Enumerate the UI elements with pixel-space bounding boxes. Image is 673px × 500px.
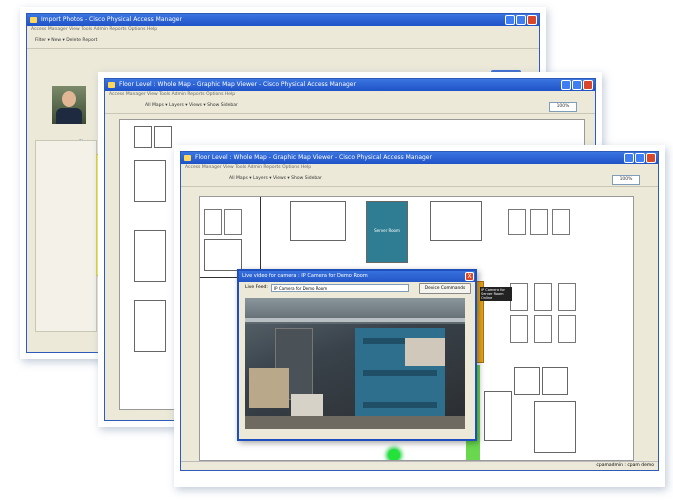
video-boxes — [249, 368, 289, 408]
front-window-titlebar[interactable]: Floor Level : Whole Map - Graphic Map Vi… — [181, 152, 658, 164]
middle-menubar[interactable]: Access Manager View Tools Admin Reports … — [105, 91, 595, 99]
map-room — [430, 201, 482, 241]
zoom-select[interactable]: 100% — [612, 175, 640, 185]
front-statusbar: cpamadmin : cpam demo — [181, 461, 658, 470]
minimize-icon[interactable] — [624, 153, 634, 163]
camera-tooltip: IP Camera for Server Room Online — [480, 287, 512, 301]
map-office — [510, 315, 528, 343]
map-office — [558, 315, 576, 343]
map-room — [542, 367, 568, 395]
front-menubar[interactable]: Access Manager View Tools Admin Reports … — [181, 164, 658, 172]
app-icon — [184, 155, 191, 161]
person-head — [62, 91, 76, 107]
map-room — [134, 230, 166, 282]
back-toolbar[interactable]: Filter ▾ New ▾ Delete Report — [27, 34, 539, 49]
map-office — [508, 209, 526, 235]
back-side-panel — [35, 140, 97, 332]
zoom-select[interactable]: 100% — [549, 102, 577, 112]
person-photo — [52, 86, 86, 124]
map-office — [224, 209, 242, 235]
map-office — [204, 209, 222, 235]
close-icon[interactable] — [646, 153, 656, 163]
live-feed-select[interactable]: IP Camera for Demo Room — [271, 284, 409, 292]
camera-online-icon[interactable] — [388, 449, 400, 460]
map-room — [484, 391, 512, 441]
minimize-icon[interactable] — [561, 80, 571, 90]
map-office — [552, 209, 570, 235]
map-wall — [260, 197, 261, 277]
map-office — [530, 209, 548, 235]
close-icon[interactable] — [527, 15, 537, 25]
app-icon — [108, 82, 115, 88]
video-shelf-rack — [363, 370, 437, 376]
window-controls — [624, 153, 656, 163]
device-commands-button[interactable]: Device Commands — [419, 283, 471, 294]
map-room — [290, 201, 346, 241]
maximize-icon[interactable] — [635, 153, 645, 163]
map-room — [134, 160, 166, 202]
back-window-titlebar[interactable]: Import Photos - Cisco Physical Access Ma… — [27, 14, 539, 26]
close-icon[interactable]: X — [465, 272, 474, 281]
map-room — [534, 401, 576, 453]
front-toolbar-items[interactable]: All Maps ▾ Layers ▾ Views ▾ Show Sidebar — [189, 176, 322, 181]
live-feed-row: Live Feed: IP Camera for Demo Room Devic… — [239, 282, 475, 294]
video-floor — [245, 416, 465, 429]
front-window-title: Floor Level : Whole Map - Graphic Map Vi… — [195, 154, 432, 161]
front-toolbar[interactable]: All Maps ▾ Layers ▾ Views ▾ Show Sidebar… — [181, 172, 658, 187]
live-video-dialog: Live video for camera : IP Camera for De… — [237, 269, 477, 441]
server-room[interactable]: Server Room — [366, 201, 408, 263]
maximize-icon[interactable] — [572, 80, 582, 90]
camera-video-feed — [245, 298, 465, 429]
window-controls — [505, 15, 537, 25]
live-feed-label: Live Feed: — [245, 285, 268, 290]
map-office — [534, 283, 552, 311]
video-pipe — [245, 318, 465, 322]
map-room — [154, 126, 172, 148]
map-room — [134, 126, 152, 148]
middle-toolbar[interactable]: All Maps ▾ Layers ▾ Views ▾ Show Sidebar… — [105, 99, 595, 114]
middle-toolbar-items[interactable]: All Maps ▾ Layers ▾ Views ▾ Show Sidebar — [113, 103, 238, 108]
live-video-titlebar[interactable]: Live video for camera : IP Camera for De… — [239, 271, 475, 282]
map-office — [534, 315, 552, 343]
middle-window-titlebar[interactable]: Floor Level : Whole Map - Graphic Map Vi… — [105, 79, 595, 91]
close-icon[interactable] — [583, 80, 593, 90]
app-icon — [30, 17, 37, 23]
map-office — [558, 283, 576, 311]
map-room — [514, 367, 540, 395]
window-controls — [561, 80, 593, 90]
maximize-icon[interactable] — [516, 15, 526, 25]
map-office — [510, 283, 528, 311]
map-room — [204, 239, 242, 271]
live-video-title: Live video for camera : IP Camera for De… — [242, 273, 368, 279]
person-suit — [56, 108, 82, 124]
back-window-title: Import Photos - Cisco Physical Access Ma… — [41, 16, 182, 23]
video-equipment — [405, 338, 445, 366]
server-room-label: Server Room — [374, 228, 400, 233]
map-room — [134, 300, 166, 352]
middle-window-title: Floor Level : Whole Map - Graphic Map Vi… — [119, 81, 356, 88]
video-shelf-rack — [363, 402, 437, 408]
minimize-icon[interactable] — [505, 15, 515, 25]
back-menubar[interactable]: Access Manager View Tools Admin Reports … — [27, 26, 539, 34]
